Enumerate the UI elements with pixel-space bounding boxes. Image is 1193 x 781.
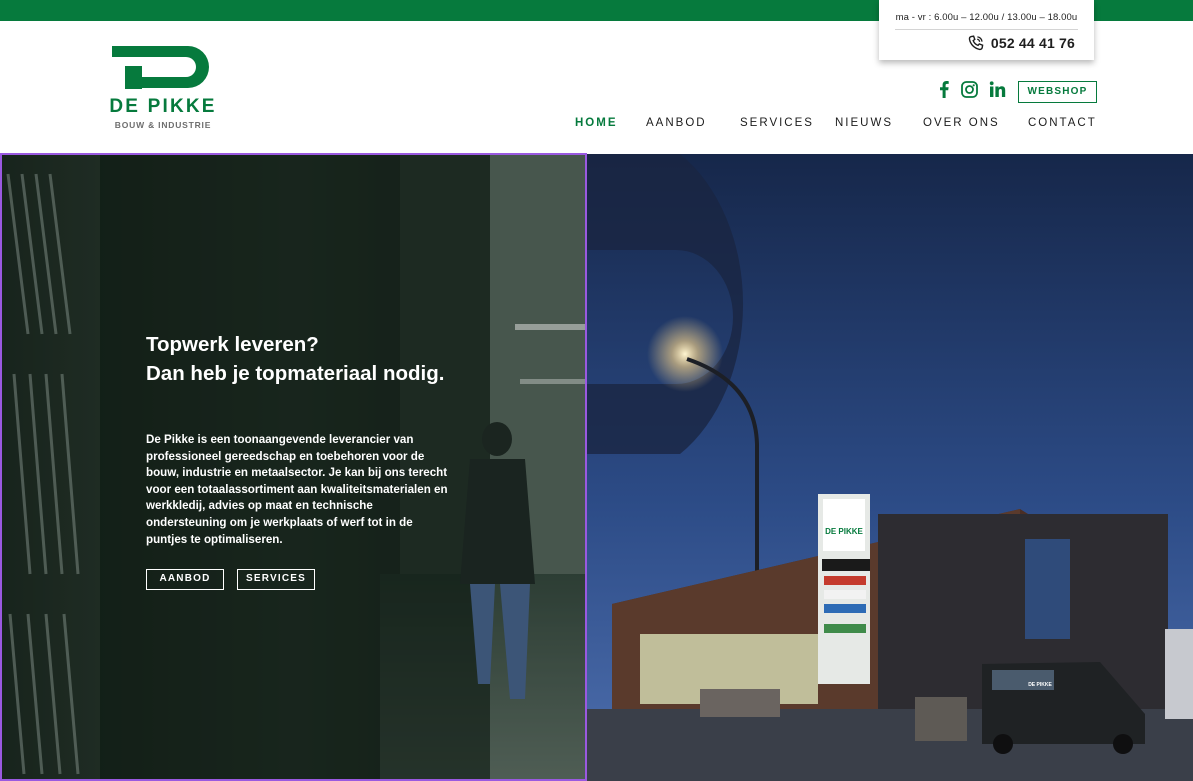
contact-divider [895, 29, 1078, 30]
linkedin-link[interactable] [989, 81, 1006, 98]
services-button[interactable]: SERVICES [237, 569, 315, 590]
nav-item-over-ons[interactable]: OVER ONS [923, 117, 1000, 129]
webshop-button[interactable]: WEBSHOP [1018, 81, 1097, 103]
van-label: DE PIKKE [1028, 682, 1052, 688]
phone-number[interactable]: 052 44 41 76 [991, 35, 1075, 51]
opening-hours: ma - vr : 6.00u – 12.00u / 13.00u – 18.0… [895, 12, 1078, 23]
phone-link[interactable]: 052 44 41 76 [968, 35, 1075, 51]
nav-item-services[interactable]: SERVICES [740, 117, 814, 129]
hero-heading-line2: Dan heb je topmateriaal nodig. [146, 362, 445, 385]
phone-icon [968, 35, 984, 51]
facebook-link[interactable] [938, 81, 950, 98]
facebook-icon [940, 81, 949, 98]
nav-item-nieuws[interactable]: NIEUWS [835, 117, 893, 129]
nav-item-contact[interactable]: CONTACT [1028, 117, 1097, 129]
aanbod-button[interactable]: AANBOD [146, 569, 224, 590]
site-logo[interactable]: DE PIKKE BOUW & INDUSTRIE [101, 46, 225, 132]
linkedin-icon [989, 81, 1006, 97]
hero-heading: Topwerk leveren? Dan heb je topmateriaal… [146, 330, 546, 388]
contact-card: ma - vr : 6.00u – 12.00u / 13.00u – 18.0… [879, 0, 1094, 60]
instagram-link[interactable] [961, 81, 978, 98]
nav-item-home[interactable]: HOME [575, 117, 618, 129]
instagram-icon [961, 81, 978, 98]
hero-heading-line1: Topwerk leveren? [146, 333, 319, 356]
logo-p-mark-icon [112, 46, 209, 89]
nav-item-aanbod[interactable]: AANBOD [646, 117, 707, 129]
hero-description: De Pikke is een toonaangevende leveranci… [146, 433, 448, 546]
logo-title: DE PIKKE [109, 96, 217, 117]
pylon-sign: DE PIKKE [825, 527, 863, 536]
logo-subtitle: BOUW & INDUSTRIE [114, 120, 212, 130]
